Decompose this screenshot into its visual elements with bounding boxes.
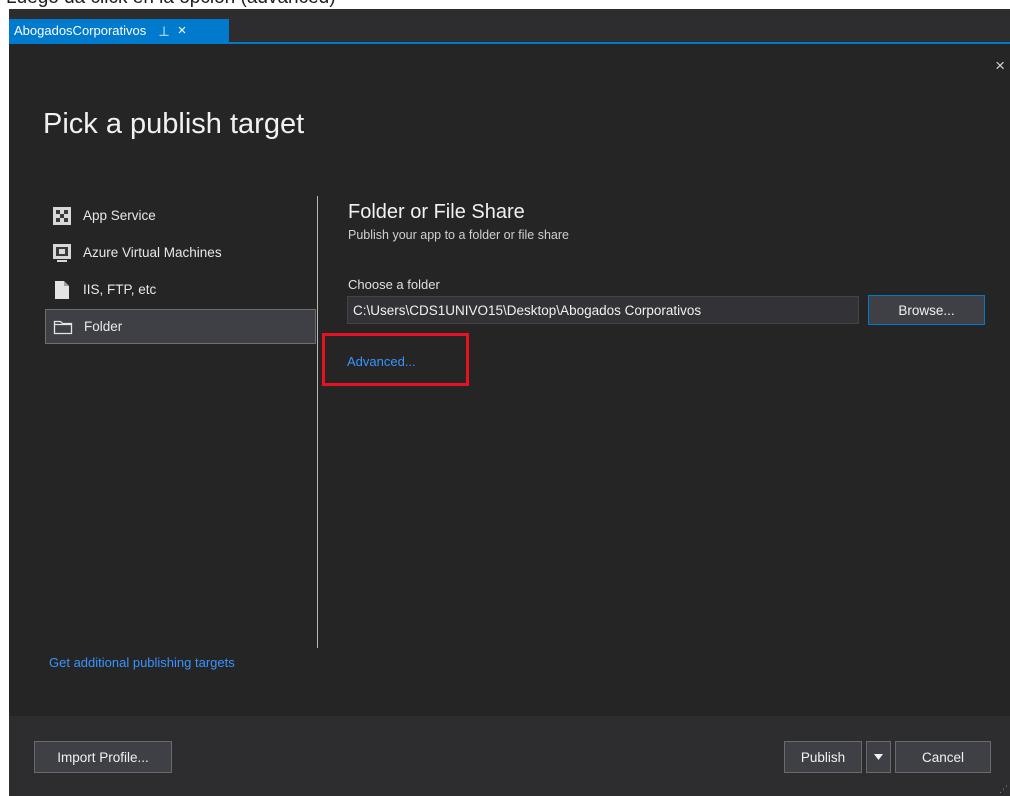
target-label: Azure Virtual Machines: [83, 245, 222, 260]
additional-targets-link[interactable]: Get additional publishing targets: [49, 655, 235, 670]
chevron-down-icon: [874, 754, 883, 760]
folder-icon: [53, 317, 73, 337]
target-item-iis-ftp[interactable]: IIS, FTP, etc: [45, 272, 316, 307]
detail-heading: Folder or File Share: [348, 201, 525, 223]
detail-description: Publish your app to a folder or file sha…: [348, 228, 569, 242]
target-item-app-service[interactable]: App Service: [45, 198, 316, 233]
publish-dropdown-button[interactable]: [866, 741, 891, 773]
highlight-annotation-box: [322, 333, 469, 386]
publish-button[interactable]: Publish: [784, 741, 862, 773]
document-tab-bar: AbogadosCorporativos ⊣ ×: [9, 9, 1010, 44]
resize-grip-icon[interactable]: ⋰: [999, 785, 1008, 794]
dialog-close-icon[interactable]: ×: [995, 57, 1005, 74]
target-item-folder[interactable]: Folder: [45, 309, 316, 344]
publish-window: AbogadosCorporativos ⊣ × × Pick a publis…: [9, 9, 1010, 796]
panel-divider: [317, 196, 318, 648]
caption-text: Luego da click en la opción (advanced): [6, 0, 336, 9]
page-title: Pick a publish target: [43, 108, 305, 140]
document-tab-title: AbogadosCorporativos: [14, 23, 147, 38]
target-label: App Service: [83, 208, 156, 223]
browse-button[interactable]: Browse...: [868, 295, 985, 325]
document-tab[interactable]: AbogadosCorporativos ⊣ ×: [9, 19, 229, 42]
folder-path-input[interactable]: [347, 296, 859, 324]
folder-label: Choose a folder: [348, 277, 440, 292]
document-icon: [52, 280, 72, 300]
tutorial-caption: Luego da click en la opción (advanced): [0, 0, 1010, 9]
publish-target-list: App Service Azure Virtual Machines IIS, …: [45, 198, 316, 346]
target-details: Folder or File Share Publish your app to…: [348, 201, 988, 242]
target-item-azure-vm[interactable]: Azure Virtual Machines: [45, 235, 316, 270]
virtual-machine-icon: [52, 243, 72, 263]
target-label: Folder: [84, 319, 123, 334]
pin-icon[interactable]: ⊣: [156, 25, 172, 36]
target-label: IIS, FTP, etc: [83, 282, 157, 297]
cancel-button[interactable]: Cancel: [895, 741, 991, 773]
import-profile-button[interactable]: Import Profile...: [34, 741, 172, 773]
app-service-icon: [52, 206, 72, 226]
dialog-footer: Import Profile... Publish Cancel: [9, 716, 1010, 796]
close-icon[interactable]: ×: [178, 22, 187, 39]
